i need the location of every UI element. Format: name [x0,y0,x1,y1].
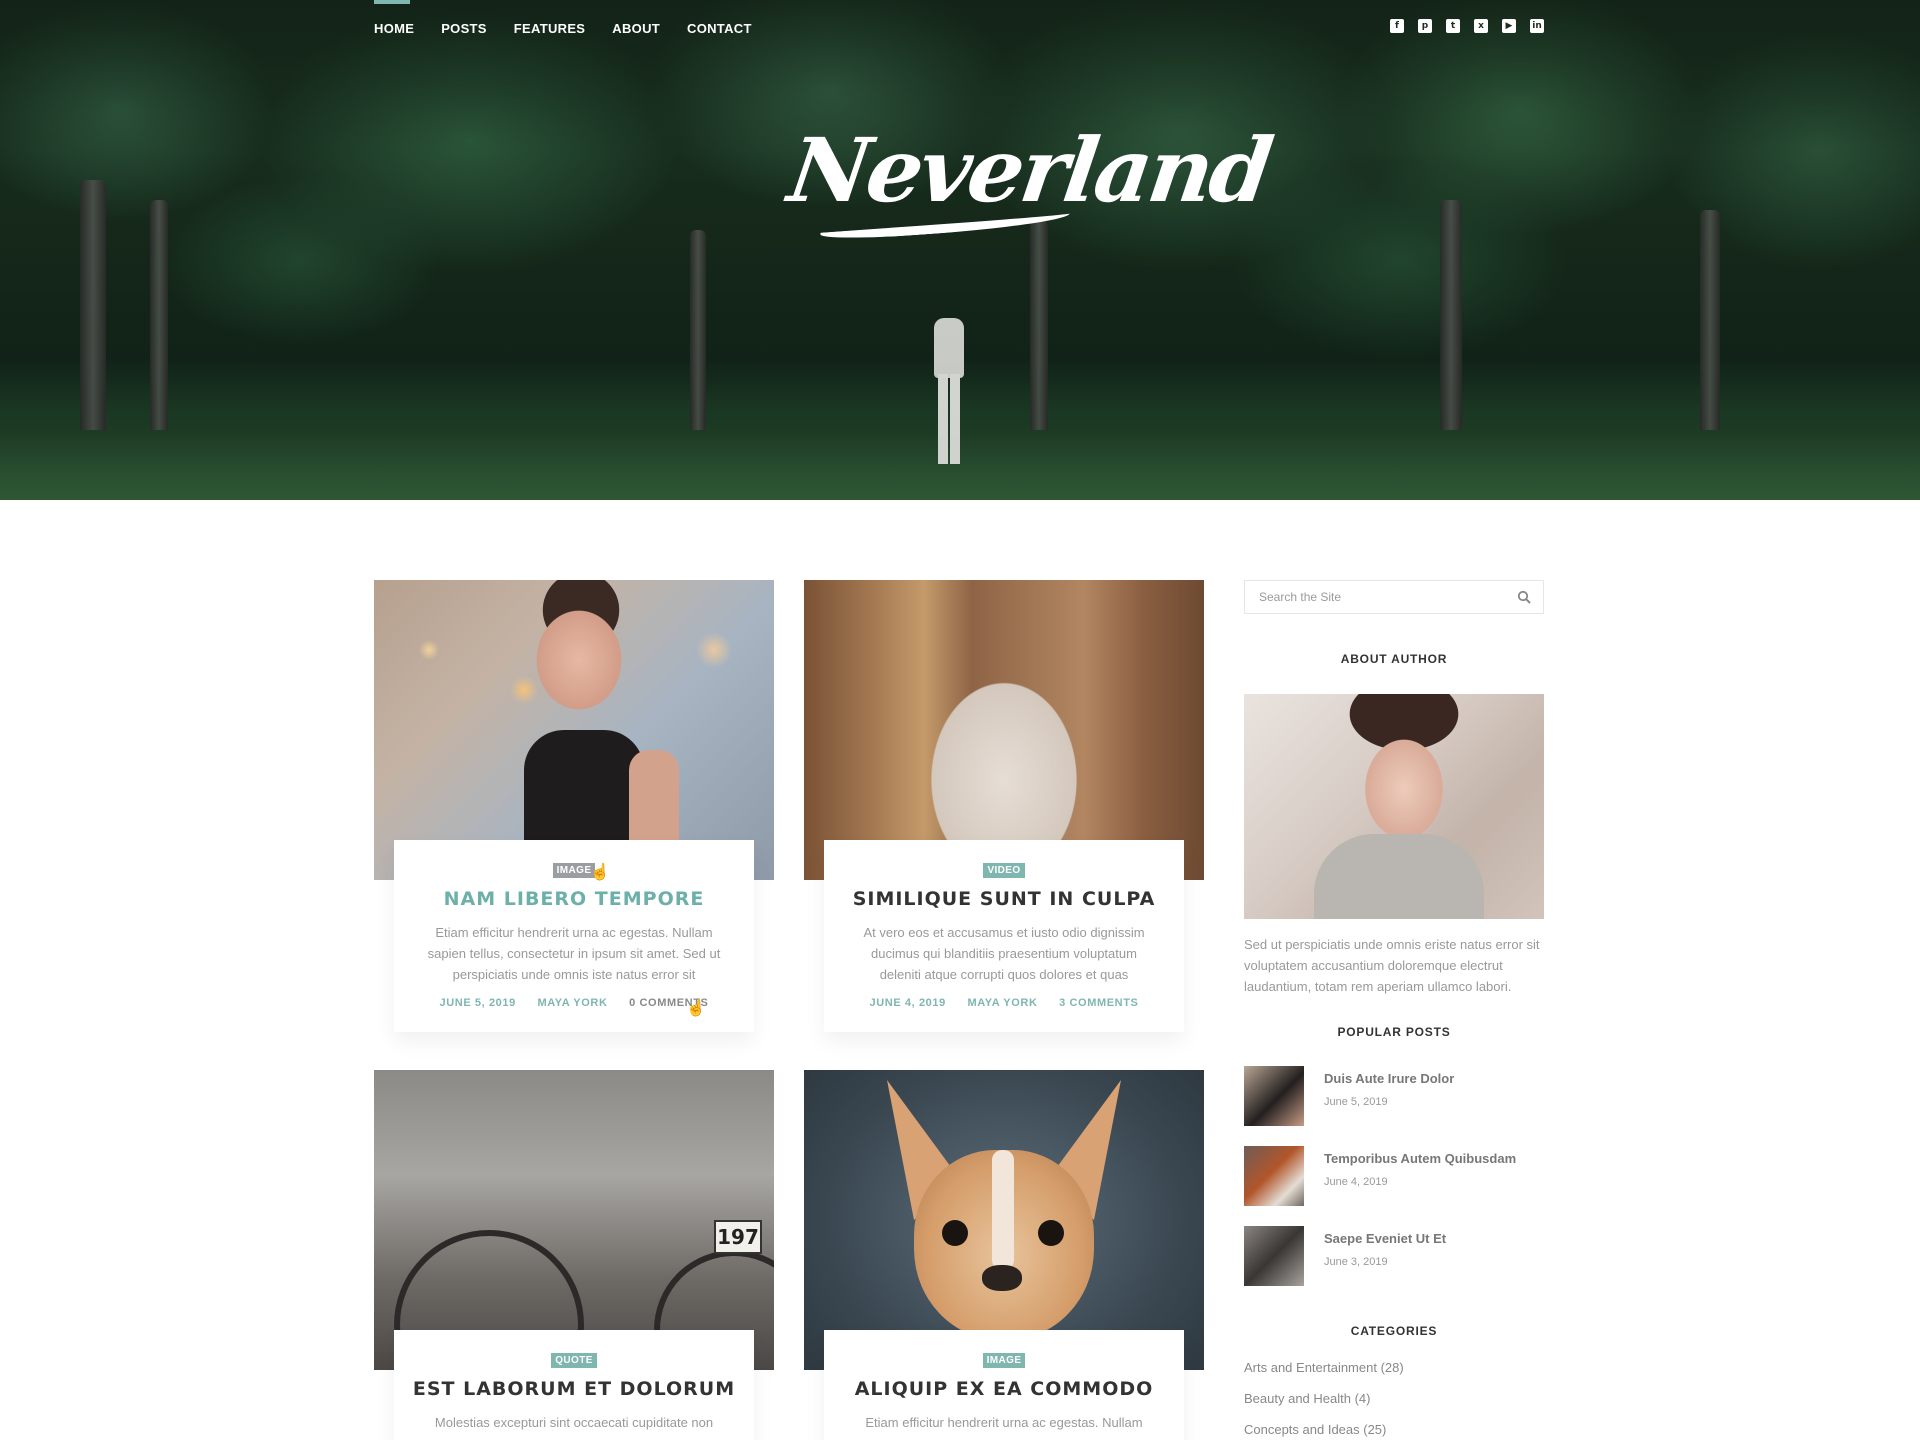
post-image[interactable] [804,1070,1204,1370]
nav-posts[interactable]: POSTS [441,0,487,60]
post-title[interactable]: SIMILIQUE SUNT IN CULPA [824,888,1184,910]
twitter-icon[interactable]: t [1446,19,1460,33]
popular-posts-list: Duis Aute Irure Dolor June 5, 2019 Tempo… [1244,1066,1544,1306]
post-excerpt: Etiam efficitur hendrerit urna ac egesta… [427,925,721,982]
search-box [1244,580,1544,614]
post-card: IMAGE NAM LIBERO TEMPORE Etiam efficitur… [374,580,774,1032]
about-author-heading: ABOUT AUTHOR [1340,652,1448,666]
xing-icon[interactable]: x [1474,19,1488,33]
popular-post-thumbnail[interactable] [1244,1226,1304,1286]
popular-post-date: June 4, 2019 [1324,1176,1388,1188]
popular-posts-heading: POPULAR POSTS [1337,1025,1451,1039]
popular-post-item: Duis Aute Irure Dolor June 5, 2019 [1244,1066,1544,1126]
author-bio: Sed ut perspiciatis unde omnis eriste na… [1244,937,1540,994]
facebook-icon[interactable]: f [1390,19,1404,33]
category-link[interactable]: Concepts and Ideas (25) [1244,1420,1544,1440]
site-logo[interactable]: Neverland [783,115,1276,265]
popular-post-title[interactable]: Temporibus Autem Quibusdam [1324,1151,1516,1166]
logo-text: Neverland [782,118,1277,222]
popular-post-thumbnail[interactable] [1244,1146,1304,1206]
nav-contact[interactable]: CONTACT [687,0,752,60]
author-photo [1244,694,1544,919]
popular-post-thumbnail[interactable] [1244,1066,1304,1126]
nav-features[interactable]: FEATURES [514,0,586,60]
popular-post-title[interactable]: Duis Aute Irure Dolor [1324,1071,1454,1086]
post-image[interactable]: 197 [374,1070,774,1370]
social-links: f p t x ▶ in [1390,19,1544,33]
post-image[interactable] [374,580,774,880]
post-format-badge[interactable]: IMAGE [982,1353,1026,1368]
post-format-badge[interactable]: QUOTE [551,1353,597,1368]
bike-number-tag: 197 [714,1220,762,1254]
popular-post-item: Saepe Eveniet Ut Et June 3, 2019 [1244,1226,1544,1286]
post-meta: JUNE 4, 2019 MAYA YORK 3 COMMENTS [824,997,1184,1009]
post-excerpt: Etiam efficitur hendrerit urna ac egesta… [865,1415,1143,1430]
linkedin-icon[interactable]: in [1530,19,1544,33]
hero-banner: HOME POSTS FEATURES ABOUT CONTACT f p t … [0,0,1920,500]
hand-cursor-icon: ☝ [590,864,610,881]
post-card-body: QUOTE EST LABORUM ET DOLORUM Molestias e… [394,1330,754,1440]
pinterest-icon[interactable]: p [1418,19,1432,33]
nav-home[interactable]: HOME [374,0,414,60]
popular-post-date: June 3, 2019 [1324,1256,1388,1268]
popular-post-title[interactable]: Saepe Eveniet Ut Et [1324,1231,1446,1246]
post-card: VIDEO SIMILIQUE SUNT IN CULPA At vero eo… [804,580,1204,1032]
categories-list: Arts and Entertainment (28) Beauty and H… [1244,1358,1544,1440]
popular-post-item: Temporibus Autem Quibusdam June 4, 2019 [1244,1146,1544,1206]
post-format-badge[interactable]: IMAGE [552,863,596,878]
post-card: IMAGE ALIQUIP EX EA COMMODO Etiam effici… [804,1070,1204,1440]
categories-heading: CATEGORIES [1350,1324,1438,1338]
category-link[interactable]: Arts and Entertainment (28) [1244,1358,1544,1389]
post-date[interactable]: JUNE 5, 2019 [440,997,516,1009]
category-link[interactable]: Beauty and Health (4) [1244,1389,1544,1420]
search-icon[interactable] [1517,590,1531,604]
post-title[interactable]: EST LABORUM ET DOLORUM [394,1378,754,1400]
post-card-body: VIDEO SIMILIQUE SUNT IN CULPA At vero eo… [824,840,1184,1032]
post-author[interactable]: MAYA YORK [537,997,607,1009]
post-format-badge[interactable]: VIDEO [983,863,1025,878]
search-input[interactable] [1245,581,1495,613]
post-date[interactable]: JUNE 4, 2019 [870,997,946,1009]
post-comments[interactable]: 3 COMMENTS [1059,997,1138,1009]
youtube-icon[interactable]: ▶ [1502,19,1516,33]
post-excerpt: Molestias excepturi sint occaecati cupid… [434,1415,714,1430]
post-card-body: IMAGE ALIQUIP EX EA COMMODO Etiam effici… [824,1330,1184,1440]
post-excerpt: At vero eos et accusamus et iusto odio d… [863,925,1145,982]
post-title[interactable]: NAM LIBERO TEMPORE [394,888,754,910]
main-nav: HOME POSTS FEATURES ABOUT CONTACT [374,0,779,60]
popular-post-date: June 5, 2019 [1324,1096,1388,1108]
post-image[interactable] [804,580,1204,880]
post-card: 197 QUOTE EST LABORUM ET DOLORUM Molesti… [374,1070,774,1440]
nav-about[interactable]: ABOUT [612,0,660,60]
post-title[interactable]: ALIQUIP EX EA COMMODO [824,1378,1184,1400]
hand-cursor-icon: ☝ [686,1000,706,1017]
post-author[interactable]: MAYA YORK [967,997,1037,1009]
